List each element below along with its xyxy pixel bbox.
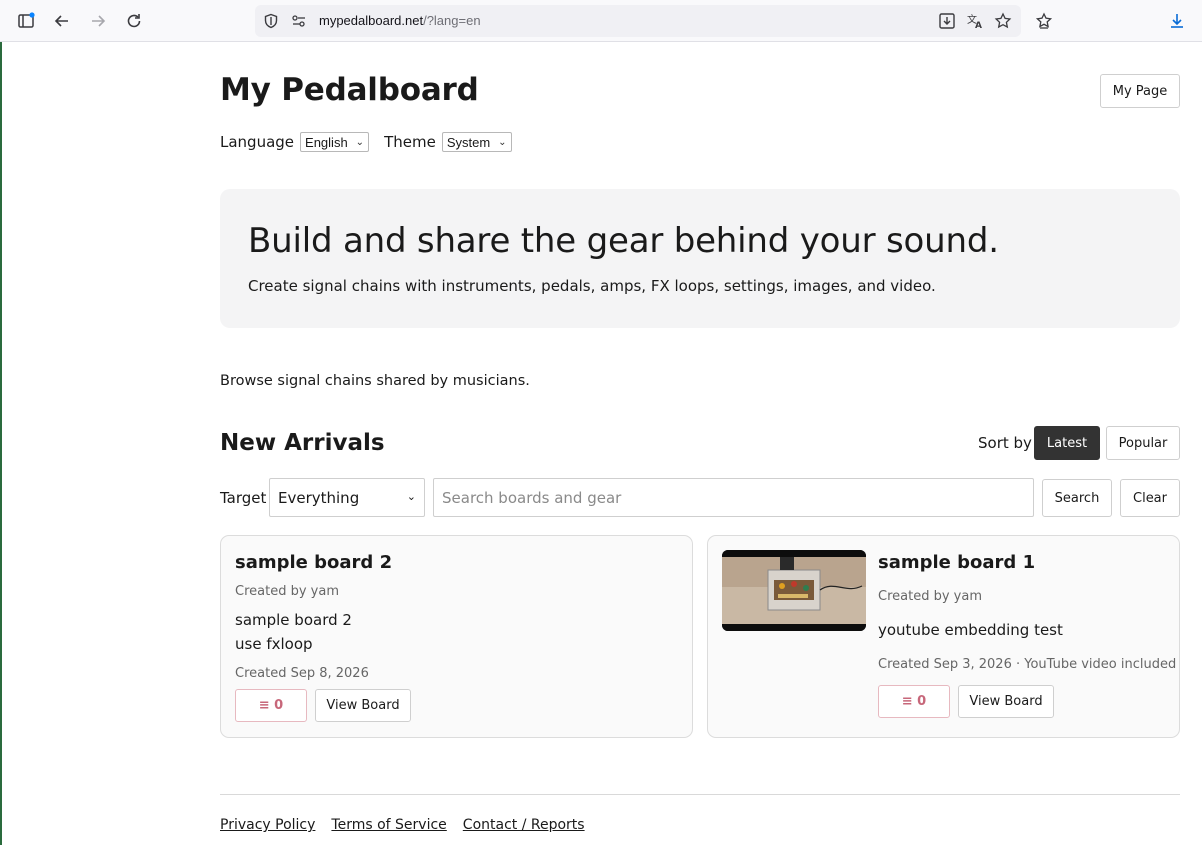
translate-icon[interactable]: 文A	[963, 9, 987, 33]
sort-popular-button[interactable]: Popular	[1106, 426, 1180, 460]
board-description: sample board 2 use fxloop	[235, 608, 352, 656]
search-button[interactable]: Search	[1042, 479, 1112, 517]
save-page-icon[interactable]	[935, 9, 959, 33]
board-description: youtube embedding test	[878, 618, 1063, 642]
browse-text: Browse signal chains shared by musicians…	[220, 373, 530, 389]
url-path: /?lang=en	[423, 13, 481, 28]
like-button[interactable]: ≡ 0	[878, 685, 950, 718]
new-arrivals-title: New Arrivals	[220, 430, 385, 456]
board-created-date: Created Sep 3, 2026 · YouTube video incl…	[878, 657, 1177, 672]
back-icon[interactable]	[50, 9, 74, 33]
window-edge	[0, 42, 2, 845]
clear-button[interactable]: Clear	[1120, 479, 1180, 517]
search-input[interactable]: Search boards and gear	[433, 478, 1034, 517]
sort-label: Sort by	[978, 434, 1032, 452]
description-line: youtube embedding test	[878, 621, 1063, 639]
hero-banner: Build and share the gear behind your sou…	[220, 189, 1180, 328]
board-author: Created by yam	[878, 589, 982, 604]
board-author: Created by yam	[235, 584, 339, 599]
theme-label: Theme	[384, 133, 436, 151]
description-line: sample board 2	[235, 611, 352, 629]
view-board-button[interactable]: View Board	[958, 685, 1054, 718]
pedalboard-photo	[722, 550, 866, 631]
browser-toolbar: mypedalboard.net/?lang=en 文A	[0, 0, 1202, 42]
sort-latest-button[interactable]: Latest	[1034, 426, 1100, 460]
extensions-icon[interactable]	[1032, 9, 1056, 33]
language-label: Language	[220, 133, 295, 151]
target-label: Target	[220, 489, 267, 507]
chevron-down-icon: ⌄	[355, 136, 365, 148]
hero-subtext: Create signal chains with instruments, p…	[248, 277, 936, 295]
board-created-date: Created Sep 8, 2026	[235, 666, 369, 681]
board-title[interactable]: sample board 1	[878, 552, 1035, 573]
privacy-policy-link[interactable]: Privacy Policy	[220, 817, 315, 833]
svg-text:A: A	[975, 21, 982, 30]
description-line: use fxloop	[235, 635, 313, 653]
bookmark-star-icon[interactable]	[991, 9, 1015, 33]
address-bar[interactable]: mypedalboard.net/?lang=en 文A	[255, 5, 1021, 37]
url-text[interactable]: mypedalboard.net/?lang=en	[319, 13, 481, 28]
language-value: English	[305, 134, 348, 150]
preferences-row: Language English ⌄ Theme System ⌄	[220, 131, 512, 153]
target-select[interactable]: Everything ⌄	[269, 478, 425, 517]
shield-icon[interactable]	[259, 9, 283, 33]
board-card: sample board 2 Created by yam sample boa…	[220, 535, 693, 738]
hero-headline: Build and share the gear behind your sou…	[248, 221, 999, 261]
theme-select[interactable]: System ⌄	[441, 132, 512, 152]
chevron-down-icon: ⌄	[406, 490, 416, 503]
view-board-button[interactable]: View Board	[315, 689, 411, 722]
like-button[interactable]: ≡ 0	[235, 689, 307, 722]
url-host: mypedalboard.net	[319, 13, 424, 28]
chevron-down-icon: ⌄	[498, 136, 507, 148]
footer-divider	[220, 794, 1180, 795]
board-title[interactable]: sample board 2	[235, 552, 392, 573]
video-thumbnail[interactable]	[722, 550, 866, 631]
my-page-button[interactable]: My Page	[1100, 74, 1180, 108]
theme-value: System	[446, 134, 491, 150]
target-value: Everything	[278, 488, 360, 507]
language-select[interactable]: English ⌄	[300, 132, 370, 152]
forward-icon[interactable]	[86, 9, 110, 33]
sidebar-toggle-icon[interactable]	[14, 9, 38, 33]
reload-icon[interactable]	[122, 9, 146, 33]
terms-of-service-link[interactable]: Terms of Service	[331, 817, 446, 833]
page-settings-icon[interactable]	[287, 9, 311, 33]
downloads-icon[interactable]	[1165, 9, 1189, 33]
board-card: sample board 1 Created by yam youtube em…	[707, 535, 1180, 738]
contact-reports-link[interactable]: Contact / Reports	[463, 817, 585, 833]
footer-links: Privacy Policy Terms of Service Contact …	[220, 817, 585, 833]
page-title: My Pedalboard	[220, 72, 479, 108]
